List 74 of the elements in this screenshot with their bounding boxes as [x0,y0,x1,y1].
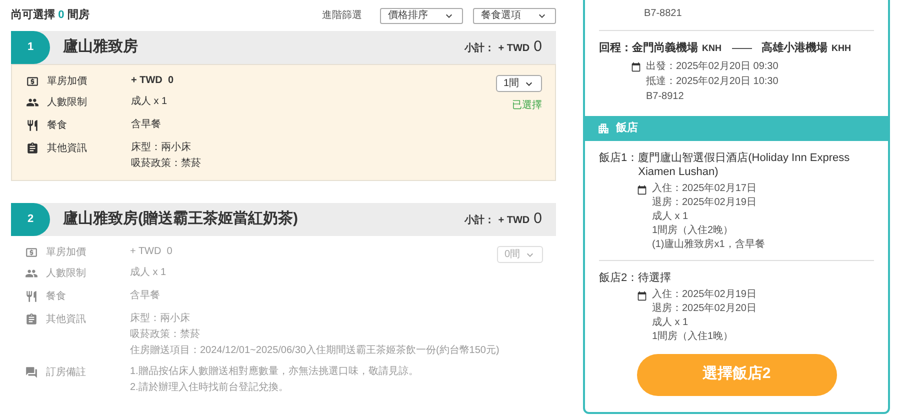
subtotal-label: 小計： [464,214,494,228]
selected-status: 已選擇 [512,99,542,113]
hotel-label: 飯店2： [599,270,638,284]
hotel-detail: (1)廬山雅致房x1，含早餐 [652,238,765,252]
room-name: 廬山雅致房(贈送霸王茶姬當紅奶茶) [63,209,298,230]
hotel-detail: 1間房（入住2晚） [652,224,734,238]
room-number-badge: 1 [11,31,50,64]
filter-label: 進階篩選 [322,8,362,23]
hotel-detail: 退房：2025年02月20日 [652,302,756,316]
subtotal-value: 0 [534,37,542,58]
airport-name: 金門尚義機場 [632,40,698,56]
subtotal-currency: + TWD [498,42,530,56]
detail-label: 餐食 [46,290,66,304]
flight-detail: 出發：2025年02月20日 09:30 [646,60,778,74]
detail-value: 床型：兩小床 [130,312,191,326]
detail-value: 吸菸政策：禁菸 [130,328,201,342]
detail-label: 訂房備註 [46,366,86,380]
hotel-detail: 入住：2025年02月17日 [652,182,758,196]
hotel-detail: 成人 x 1 [652,210,690,224]
rooms-remaining-title: 尚可選擇 0 間房 [11,8,90,24]
hotel-name: 廈門廬山智選假日酒店(Holiday Inn Express Xiamen Lushan) [638,150,851,178]
hotel-label: 飯店1： [599,150,638,166]
detail-value: + TWD 0 [130,245,172,259]
money-icon [25,246,38,258]
detail-value: 住房贈送項目：2024/12/01~2025/06/30入住期間送霸王茶姬茶飲一份(約台幣150元) [130,344,500,358]
hotel-detail: 退房：2025年02月19日 [652,196,758,210]
filter-dropdown[interactable]: 價格排序 [380,8,463,24]
detail-label: 單房加價 [47,74,87,88]
detail-label: 餐食 [47,118,67,132]
section-title: 飯店 [616,120,638,136]
money-icon [26,74,39,88]
detail-label: 人數限制 [47,96,87,110]
hotel-detail: 1間房（入住1晚） [652,330,734,344]
quantity-dropdown[interactable]: 1間 [496,75,542,92]
detail-label: 單房加價 [46,246,86,260]
flight-detail: B7-8912 [646,90,685,104]
chat-icon [25,366,38,378]
people-icon [25,266,38,280]
airport-code: KNH [702,42,722,54]
subtotal-label: 小計： [464,42,494,56]
detail-value: 吸菸政策：禁菸 [131,156,201,171]
hotel-detail: 入住：2025年02月19日 [652,288,756,302]
detail-value: + TWD 0 [131,74,174,88]
fork-knife-icon [26,118,39,132]
hotel-detail: 成人 x 1 [652,316,690,330]
calendar-icon [637,184,647,194]
return-label: 回程： [599,42,632,56]
people-icon [26,96,39,108]
detail-value: 含早餐 [130,288,160,303]
room-number-badge: 2 [11,203,50,236]
detail-value: 1.贈品按佔床人數贈送相對應數量，亦無法挑選口味，敬請見諒。 [130,364,418,379]
fork-knife-icon [25,290,38,302]
detail-label: 其他資訊 [46,312,86,326]
filter-dropdown[interactable]: 餐食選項 [473,8,556,24]
airport-name: 高雄小港機場 [762,40,828,56]
subtotal-value: 0 [534,209,542,230]
clipboard-icon [26,142,39,154]
room-name: 廬山雅致房 [63,37,138,58]
detail-value: 床型：兩小床 [131,140,192,155]
detail-value: 2.請於辦理入住時找前台登記兌換。 [130,380,290,395]
flight-number: B7-8821 [643,8,682,19]
subtotal-currency: + TWD [498,214,530,228]
detail-value: 成人 x 1 [131,94,168,109]
calendar-icon [637,290,647,300]
detail-label: 其他資訊 [47,142,87,156]
flight-detail: 抵達：2025年02月20日 10:30 [646,74,778,88]
hotel-name: 待選擇 [638,270,672,284]
detail-value: 成人 x 1 [130,266,166,280]
clipboard-icon [25,312,38,326]
detail-label: 人數限制 [46,266,86,280]
airport-code: KHH [832,42,851,54]
detail-value: 含早餐 [131,118,161,132]
building-icon [597,122,610,134]
calendar-icon [631,62,641,72]
